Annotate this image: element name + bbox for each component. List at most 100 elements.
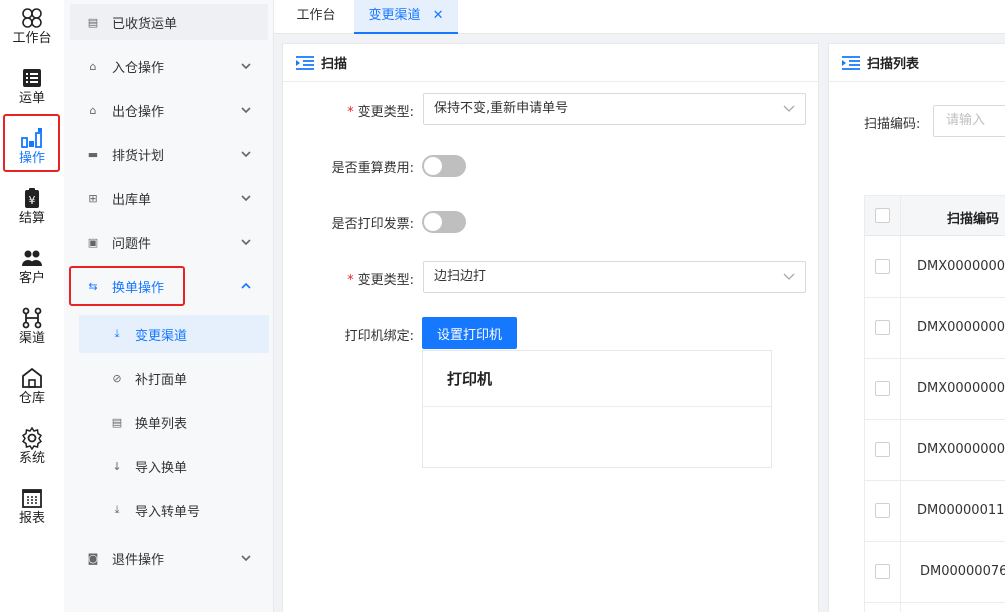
scan-list-title: 扫描列表 <box>867 57 920 72</box>
rail-item-workbench[interactable]: 工作台 <box>0 2 64 62</box>
icon-rail: 工作台 运单 操作 ¥ 结算 客户 渠道 仓库 系统 报表 <box>0 0 64 612</box>
sub-item-reprint-label[interactable]: ⊘ 补打面单 <box>79 359 269 397</box>
scan-code-input[interactable]: 请输入 <box>933 105 1005 137</box>
gear-icon <box>21 426 43 450</box>
sub-item-change-channel[interactable]: ⤓ 变更渠道 <box>79 315 269 353</box>
scan-code-cell: DMX00000000 <box>917 320 1005 335</box>
grid-icon: ⊞ <box>88 191 98 205</box>
tab-change-channel[interactable]: 变更渠道 ✕ <box>354 0 458 34</box>
print-mode-select[interactable]: 边扫边打 <box>423 261 806 293</box>
tab-bar: 工作台 变更渠道 ✕ <box>274 0 1005 34</box>
menu-item-label: 入仓操作 <box>112 60 165 76</box>
rail-item-system[interactable]: 系统 <box>0 422 64 482</box>
chevron-down-icon <box>241 195 251 202</box>
column-header-scan-code: 扫描编码 <box>947 212 1000 227</box>
sub-item-label: 补打面单 <box>135 372 188 388</box>
calendar-grid-icon <box>22 489 42 508</box>
sub-item-label: 导入转单号 <box>135 504 201 520</box>
table-header: 扫描编码 <box>865 196 1005 236</box>
row-checkbox[interactable] <box>875 442 890 457</box>
rail-label: 客户 <box>18 271 45 286</box>
table-row: DMX00000000 <box>865 298 1005 359</box>
list-icon <box>23 69 41 87</box>
document-icon: ▤ <box>87 15 99 29</box>
recalc-fee-switch[interactable] <box>422 155 466 177</box>
row-checkbox[interactable] <box>875 320 890 335</box>
row-checkbox[interactable] <box>875 381 890 396</box>
close-icon[interactable]: ✕ <box>433 0 444 32</box>
chevron-up-icon <box>241 282 251 289</box>
chevron-down-icon <box>241 63 251 70</box>
scan-code-cell: DM000000119 <box>917 503 1005 518</box>
scan-table: 扫描编码 DMX00000000 DMX00000000 DMX00000000… <box>864 195 1005 612</box>
row-checkbox[interactable] <box>875 564 890 579</box>
scan-code-cell: DMX00000000 <box>917 442 1005 457</box>
rail-label: 系统 <box>18 451 45 466</box>
rail-label: 结算 <box>18 211 45 226</box>
scan-code-cell: DMX00000000 <box>917 381 1005 396</box>
select-all-checkbox[interactable] <box>875 208 890 223</box>
required-mark: * <box>347 105 354 120</box>
rail-label: 报表 <box>18 511 45 526</box>
rail-item-customer[interactable]: 客户 <box>0 242 64 302</box>
rail-item-waybill[interactable]: 运单 <box>0 62 64 122</box>
rail-item-channel[interactable]: 渠道 <box>0 302 64 362</box>
menu-item-plan[interactable]: ▬ 排货计划 <box>70 136 268 172</box>
print-invoice-switch[interactable] <box>422 211 466 233</box>
set-printer-button[interactable]: 设置打印机 <box>422 317 518 349</box>
rail-label: 渠道 <box>18 331 45 346</box>
rail-item-settlement[interactable]: ¥ 结算 <box>0 182 64 242</box>
rail-item-report[interactable]: 报表 <box>0 482 64 542</box>
chevron-down-icon <box>783 105 795 112</box>
label-text: 变更类型: <box>357 273 414 288</box>
rail-item-warehouse[interactable]: 仓库 <box>0 362 64 422</box>
table-row: DMX00000000 <box>865 420 1005 481</box>
document-icon: ▤ <box>111 415 123 429</box>
chevron-down-icon <box>783 273 795 280</box>
row-checkbox[interactable] <box>875 503 890 518</box>
truck-icon: ▬ <box>87 147 99 161</box>
menu-item-outbound[interactable]: ⌂ 出仓操作 <box>70 92 268 128</box>
sub-item-import-transfer[interactable]: ⤓ 导入转单号 <box>79 491 269 529</box>
sub-item-exchange-list[interactable]: ▤ 换单列表 <box>79 403 269 441</box>
print-invoice-label: 是否打印发票: <box>331 217 414 232</box>
sub-item-label: 导入换单 <box>135 460 188 476</box>
chevron-down-icon <box>241 151 251 158</box>
yuan-clipboard-icon: ¥ <box>25 188 39 208</box>
rail-label: 工作台 <box>12 31 52 46</box>
menu-item-inbound[interactable]: ⌂ 入仓操作 <box>70 48 268 84</box>
rail-label: 运单 <box>18 91 45 106</box>
change-type-select[interactable]: 保持不变,重新申请单号 <box>423 93 806 125</box>
menu-item-received-waybill[interactable]: ▤ 已收货运单 <box>70 4 268 40</box>
select-value: 边扫边打 <box>434 269 487 284</box>
tab-workbench[interactable]: 工作台 <box>282 0 350 34</box>
channel-icon <box>22 307 42 329</box>
row-checkbox[interactable] <box>875 259 890 274</box>
menu-item-problem[interactable]: ▣ 问题件 <box>70 224 268 260</box>
chevron-down-icon <box>241 107 251 114</box>
warehouse-icon <box>22 367 42 388</box>
change-type-label: * 变更类型: <box>284 101 414 120</box>
menu-item-label: 退件操作 <box>112 552 165 568</box>
menu-item-label: 出库单 <box>112 192 152 208</box>
table-row: DMX00000000 <box>865 237 1005 298</box>
table-row: DM000000765 <box>865 542 1005 603</box>
menu-item-label: 问题件 <box>112 236 152 252</box>
users-icon <box>22 250 42 266</box>
arrow-down-icon: ↓ <box>112 459 122 473</box>
printer-card: 打印机 <box>422 350 772 468</box>
sub-item-import-exchange[interactable]: ↓ 导入换单 <box>79 447 269 485</box>
sub-item-label: 变更渠道 <box>135 328 188 344</box>
switch-knob <box>424 213 442 231</box>
required-mark: * <box>347 273 354 288</box>
menu-item-return[interactable]: ◙ 退件操作 <box>70 540 268 576</box>
clover-icon <box>22 8 42 28</box>
eye-off-icon: ⊘ <box>112 371 122 385</box>
select-value: 保持不变,重新申请单号 <box>434 101 569 116</box>
house-icon: ⌂ <box>89 59 97 73</box>
menu-item-outbound-order[interactable]: ⊞ 出库单 <box>70 180 268 216</box>
column-divider <box>900 196 901 612</box>
scan-panel-title: 扫描 <box>321 57 348 72</box>
printer-card-title: 打印机 <box>423 351 771 407</box>
rail-label: 仓库 <box>18 391 45 406</box>
